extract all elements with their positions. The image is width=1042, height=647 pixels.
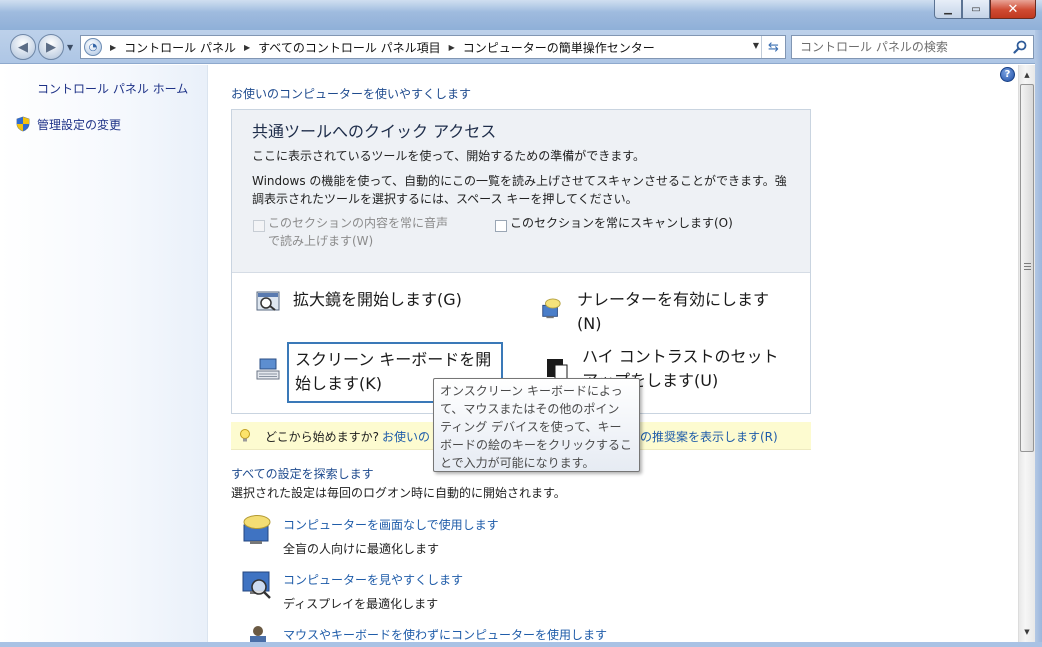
tooltip-line: オンスクリーン キーボードによっ bbox=[440, 384, 623, 398]
tooltip-line: ボードの絵のキーをクリックするこ bbox=[440, 438, 633, 452]
left-navigation-pane: コントロール パネル ホーム 管理設定の変更 bbox=[0, 65, 208, 647]
setup-high-contrast-link-line1[interactable]: ハイ コントラストのセット bbox=[582, 345, 778, 369]
breadcrumb-all-items[interactable]: すべてのコントロール パネル項目 bbox=[258, 39, 441, 56]
address-bar[interactable]: ◔ ▶ コントロール パネル ▶ すべてのコントロール パネル項目 ▶ コンピュ… bbox=[80, 35, 786, 59]
refresh-button[interactable]: ⇆ bbox=[761, 36, 785, 58]
back-button[interactable]: ◀ bbox=[10, 34, 36, 60]
search-box bbox=[791, 35, 1034, 59]
minimize-button[interactable]: ▁ bbox=[934, 0, 962, 19]
search-icon[interactable] bbox=[1012, 39, 1028, 55]
use-without-display-desc: 全盲の人向けに最適化します bbox=[283, 542, 440, 556]
quick-access-header: 共通ツールへのクイック アクセス ここに表示されているツールを使って、開始するた… bbox=[232, 110, 810, 273]
explore-settings-subtitle: 選択された設定は毎回のログオン時に自動的に開始されます。 bbox=[231, 486, 566, 500]
make-easier-to-see-icon bbox=[242, 571, 271, 599]
enable-narrator-link-line2[interactable]: (N) bbox=[577, 312, 601, 336]
refresh-icon: ⇆ bbox=[768, 39, 779, 55]
quick-access-title: 共通ツールへのクイック アクセス bbox=[252, 122, 497, 141]
control-panel-icon: ◔ bbox=[84, 38, 102, 56]
tooltip-line: て、マウスまたはその他のポイン bbox=[440, 402, 620, 416]
minimize-icon: ▁ bbox=[944, 3, 952, 15]
start-on-screen-keyboard-link-line2[interactable]: 始します(K) bbox=[295, 372, 382, 396]
explore-settings-title: すべての設定を探索します bbox=[231, 467, 374, 481]
start-on-screen-keyboard-link-line1[interactable]: スクリーン キーボードを開 bbox=[295, 348, 491, 372]
always-scan-label: このセクションを常にスキャンします(O) bbox=[510, 216, 733, 230]
on-screen-keyboard-icon bbox=[256, 358, 280, 380]
make-easier-to-see-link[interactable]: コンピューターを見やすくします bbox=[283, 571, 463, 588]
quick-access-scan-desc-line1: Windows の機能を使って、自動的にこの一覧を読み上げさせてスキャンさせるこ… bbox=[252, 174, 787, 188]
recent-pages-dropdown-icon[interactable]: ▼ bbox=[67, 43, 73, 52]
tooltip-line: とで入力が可能になります。 bbox=[440, 456, 595, 470]
use-without-display-link[interactable]: コンピューターを画面なしで使用します bbox=[283, 516, 499, 533]
high-contrast-icon bbox=[547, 359, 568, 380]
address-dropdown-icon[interactable]: ▼ bbox=[753, 41, 759, 50]
use-without-mouse-keyboard-link[interactable]: マウスやキーボードを使わずにコンピューターを使用します bbox=[283, 626, 607, 643]
navigation-bar: ◀ ▶ ▼ ◔ ▶ コントロール パネル ▶ すべてのコントロール パネル項目 … bbox=[0, 30, 1042, 64]
on-screen-keyboard-tooltip: オンスクリーン キーボードによっ て、マウスまたはその他のポイン ティング デバ… bbox=[433, 378, 640, 472]
start-magnifier-link[interactable]: 拡大鏡を開始します(G) bbox=[293, 288, 462, 312]
breadcrumb-chevron-icon[interactable]: ▶ bbox=[449, 43, 455, 52]
read-aloud-label-line1: このセクションの内容を常に音声 bbox=[268, 216, 449, 230]
caption-buttons: ▁ ▭ ✕ bbox=[934, 0, 1036, 20]
maximize-button[interactable]: ▭ bbox=[962, 0, 990, 19]
breadcrumb-ease-of-access[interactable]: コンピューターの簡単操作センター bbox=[463, 39, 655, 56]
shield-icon bbox=[16, 116, 30, 132]
scrollbar-thumb[interactable] bbox=[1020, 84, 1034, 452]
read-aloud-label-line2: で読み上げます(W) bbox=[268, 234, 374, 248]
enable-narrator-link-line1[interactable]: ナレーターを有効にします bbox=[577, 288, 769, 312]
forward-button[interactable]: ▶ bbox=[38, 34, 64, 60]
forward-arrow-icon: ▶ bbox=[46, 39, 56, 55]
help-icon[interactable]: ? bbox=[1000, 67, 1015, 82]
back-arrow-icon: ◀ bbox=[18, 39, 28, 55]
change-admin-settings-link[interactable]: 管理設定の変更 bbox=[37, 116, 121, 133]
section-title: お使いのコンピューターを使いやすくします bbox=[231, 87, 472, 101]
scrollbar-grip-icon bbox=[1024, 263, 1031, 271]
scroll-down-icon[interactable]: ▼ bbox=[1019, 623, 1035, 640]
scroll-up-icon[interactable]: ▲ bbox=[1019, 66, 1035, 83]
maximize-icon: ▭ bbox=[971, 3, 981, 15]
breadcrumb-chevron-icon[interactable]: ▶ bbox=[110, 43, 116, 52]
recommendation-link[interactable]: の推奨案を表示します(R) bbox=[640, 428, 778, 445]
breadcrumb-chevron-icon[interactable]: ▶ bbox=[244, 43, 250, 52]
quick-access-scan-desc-line2: 調表示されたツールを選択するには、スペース キーを押してください。 bbox=[252, 192, 638, 206]
quick-access-panel: 共通ツールへのクイック アクセス ここに表示されているツールを使って、開始するた… bbox=[231, 109, 811, 414]
make-easier-to-see-desc: ディスプレイを最適化します bbox=[283, 597, 439, 611]
search-input[interactable] bbox=[792, 36, 1002, 58]
magnifier-icon bbox=[256, 291, 280, 311]
always-scan-checkbox[interactable] bbox=[495, 220, 507, 232]
breadcrumb-control-panel[interactable]: コントロール パネル bbox=[124, 39, 236, 56]
read-aloud-checkbox[interactable] bbox=[253, 220, 265, 232]
vertical-scrollbar[interactable]: ▲ ▼ bbox=[1018, 65, 1035, 642]
close-button[interactable]: ✕ bbox=[990, 0, 1036, 19]
use-without-display-icon bbox=[243, 515, 271, 544]
tooltip-line: ティング デバイスを使って、キー bbox=[440, 420, 622, 434]
narrator-icon bbox=[542, 298, 561, 319]
lightbulb-icon bbox=[240, 429, 250, 442]
quick-access-desc: ここに表示されているツールを使って、開始するための準備ができます。 bbox=[252, 149, 646, 163]
title-bar[interactable] bbox=[0, 0, 1042, 30]
recommendation-link-start[interactable]: お使いの bbox=[382, 428, 430, 445]
control-panel-home-link[interactable]: コントロール パネル ホーム bbox=[37, 80, 188, 97]
window-right-border bbox=[1035, 30, 1042, 647]
window-bottom-border bbox=[0, 642, 1042, 647]
close-icon: ✕ bbox=[1007, 1, 1019, 17]
tip-prefix: どこから始めますか? bbox=[265, 430, 380, 444]
